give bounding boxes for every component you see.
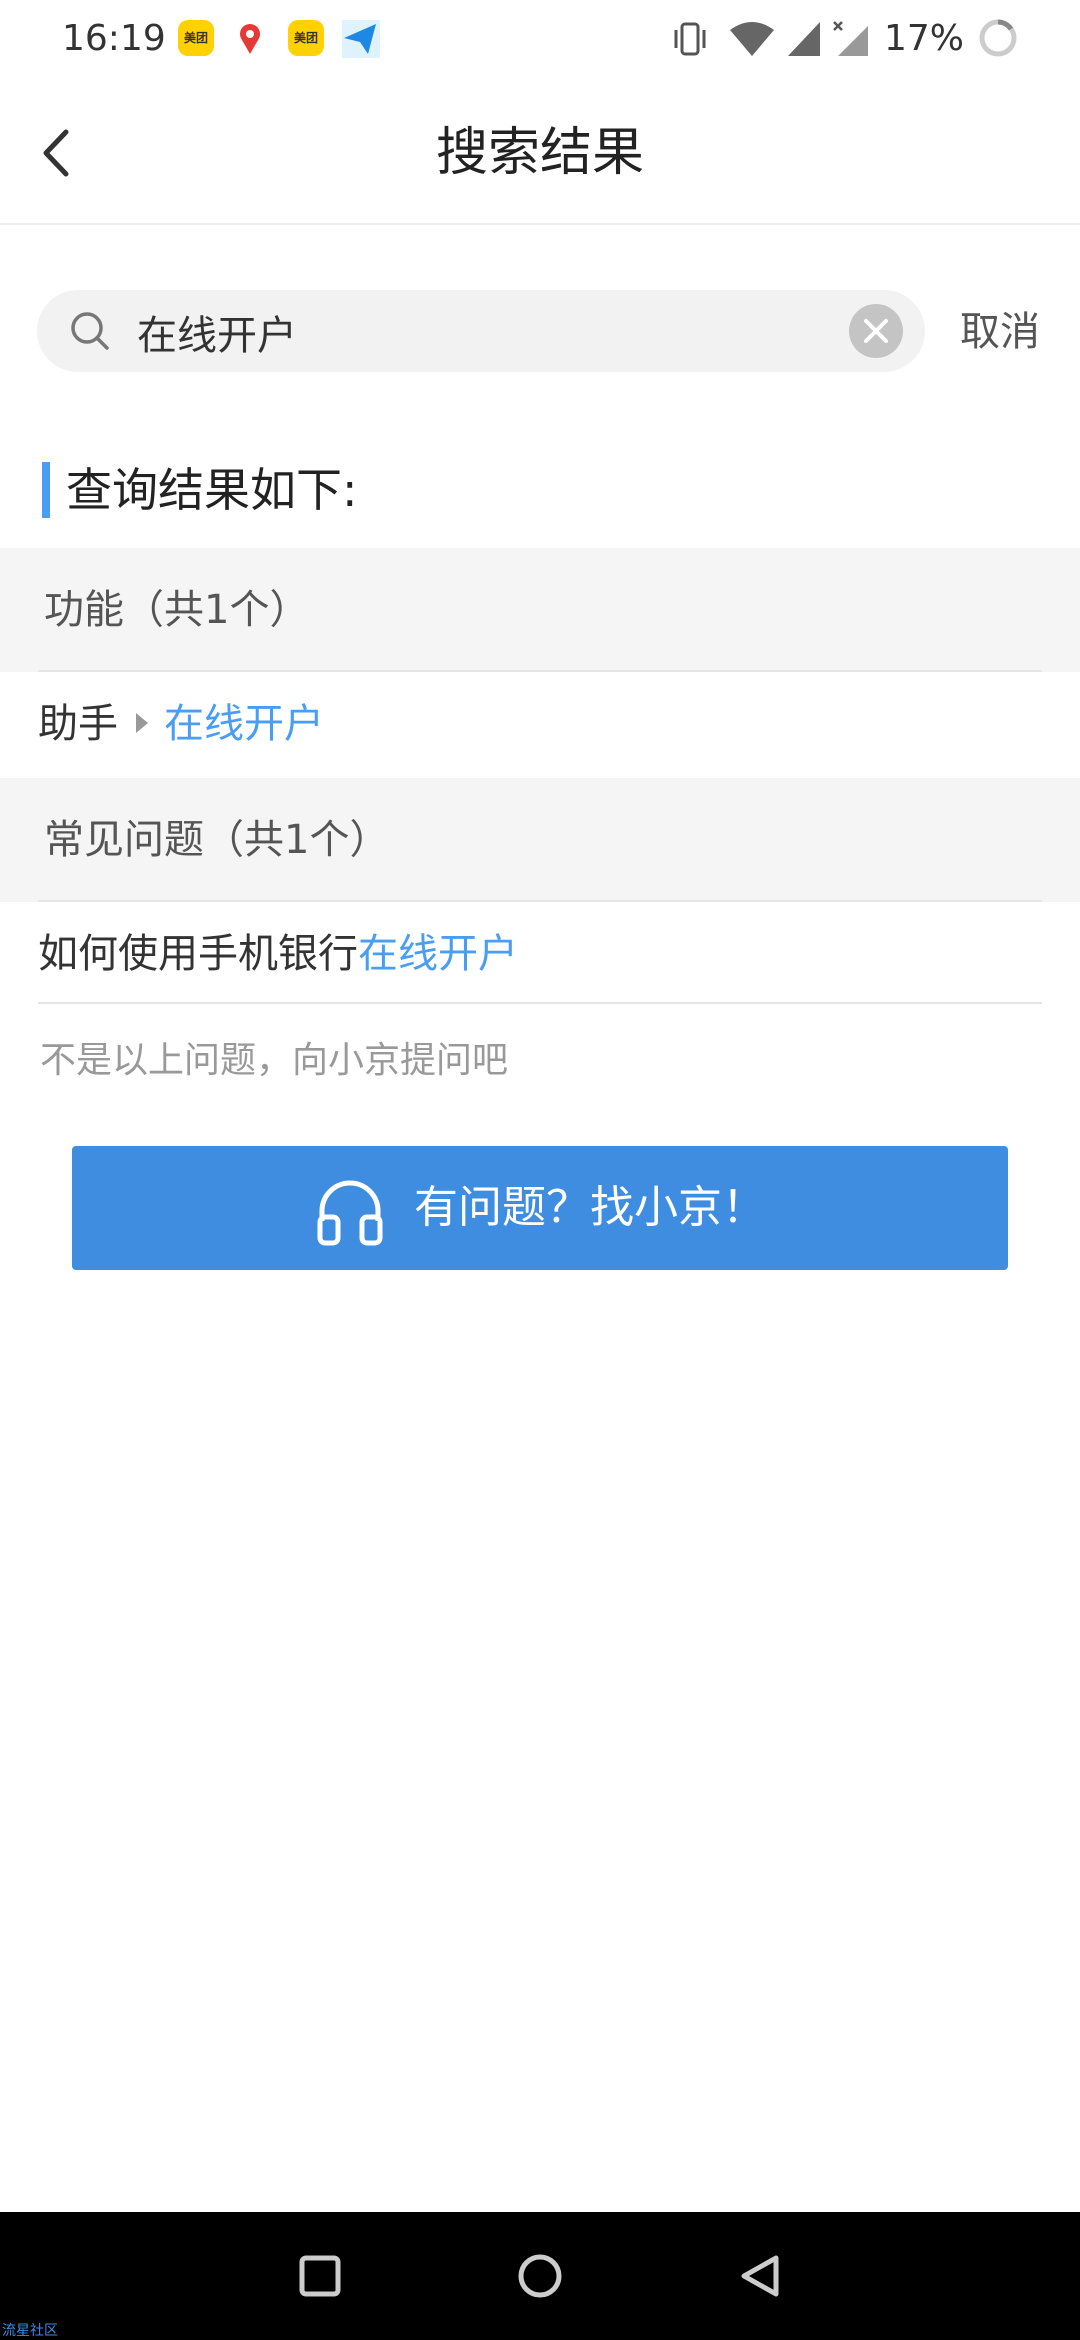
page-title: 搜索结果 — [435, 123, 644, 183]
results-heading: 查询结果如下: — [42, 462, 358, 518]
search-box — [37, 290, 925, 372]
meituan-icon: 美团 — [178, 20, 214, 56]
wifi-icon — [728, 20, 776, 62]
back-nav-button[interactable] — [730, 2246, 790, 2306]
meituan-icon: 美团 — [288, 20, 324, 56]
divider — [38, 1002, 1042, 1004]
status-time: 16:19 — [62, 18, 166, 59]
caret-right-icon — [136, 713, 148, 733]
triangle-back-icon — [741, 2255, 779, 2297]
faq-question-text: 如何使用手机银行 — [38, 931, 358, 977]
faq-result-item[interactable]: 如何使用手机银行在线开户 — [0, 902, 1080, 1006]
circle-icon — [518, 2254, 562, 2298]
square-icon — [299, 2255, 341, 2297]
faq-section-header: 常见问题（共1个） — [0, 778, 1080, 902]
function-parent-label: 助手 — [38, 701, 118, 747]
vibrate-icon — [672, 20, 708, 62]
cancel-button[interactable]: 取消 — [960, 304, 1040, 360]
battery-percent: 17% — [883, 18, 964, 59]
signal-no-service-icon — [832, 20, 870, 62]
function-result-item[interactable]: 助手 在线开户 — [0, 672, 1080, 776]
status-bar: 16:19 美团 美团 17% — [0, 0, 1080, 78]
system-nav-bar — [0, 2212, 1080, 2340]
search-icon — [69, 310, 111, 352]
search-input[interactable] — [135, 300, 859, 364]
headphones-icon — [314, 1171, 386, 1246]
clear-search-button[interactable] — [849, 304, 903, 358]
map-pin-icon — [232, 20, 268, 56]
signal-icon — [786, 20, 822, 62]
ask-button-label: 有问题？找小京！ — [414, 1182, 766, 1233]
functions-section-header: 功能（共1个） — [0, 548, 1080, 672]
battery-icon — [978, 18, 1018, 58]
recents-button[interactable] — [290, 2246, 350, 2306]
function-name-link: 在线开户 — [164, 701, 324, 747]
ask-hint-text: 不是以上问题，向小京提问吧 — [40, 1040, 509, 1081]
faq-highlight-text: 在线开户 — [358, 931, 518, 977]
app-header: 搜索结果 — [0, 78, 1080, 225]
home-button[interactable] — [510, 2246, 570, 2306]
watermark: 流星社区 — [2, 2323, 58, 2339]
paper-plane-icon — [342, 20, 380, 58]
close-icon — [864, 319, 888, 343]
ask-assistant-button[interactable]: 有问题？找小京！ — [72, 1146, 1008, 1270]
